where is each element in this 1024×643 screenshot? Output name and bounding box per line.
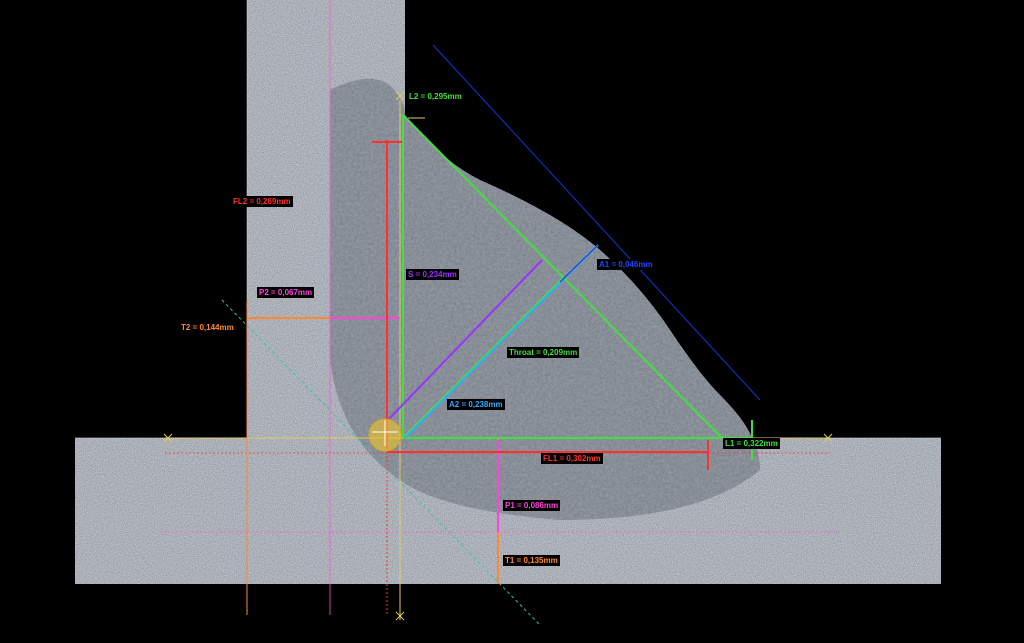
label-p2: P2 = 0,067mm [257, 287, 315, 298]
label-a2: A2 = 0,238mm [447, 399, 505, 410]
label-fl2: FL2 = 0,269mm [231, 196, 293, 207]
label-p1: P1 = 0,086mm [503, 500, 561, 511]
label-t1: T1 = 0,135mm [503, 555, 560, 566]
micrograph-viewer: L2 = 0,295mm FL2 = 0,269mm S = 0,234mm A… [0, 0, 1024, 643]
label-s: S = 0,234mm [406, 269, 459, 280]
weld-cross-section [75, 0, 941, 626]
label-l2: L2 = 0,295mm [407, 91, 464, 102]
label-t2: T2 = 0,144mm [179, 322, 236, 333]
label-a1: A1 = 0,046mm [597, 259, 655, 270]
label-fl1: FL1 = 0,302mm [541, 453, 603, 464]
label-l1: L1 = 0,322mm [723, 438, 780, 449]
label-throat: Throat = 0,209mm [507, 347, 580, 358]
